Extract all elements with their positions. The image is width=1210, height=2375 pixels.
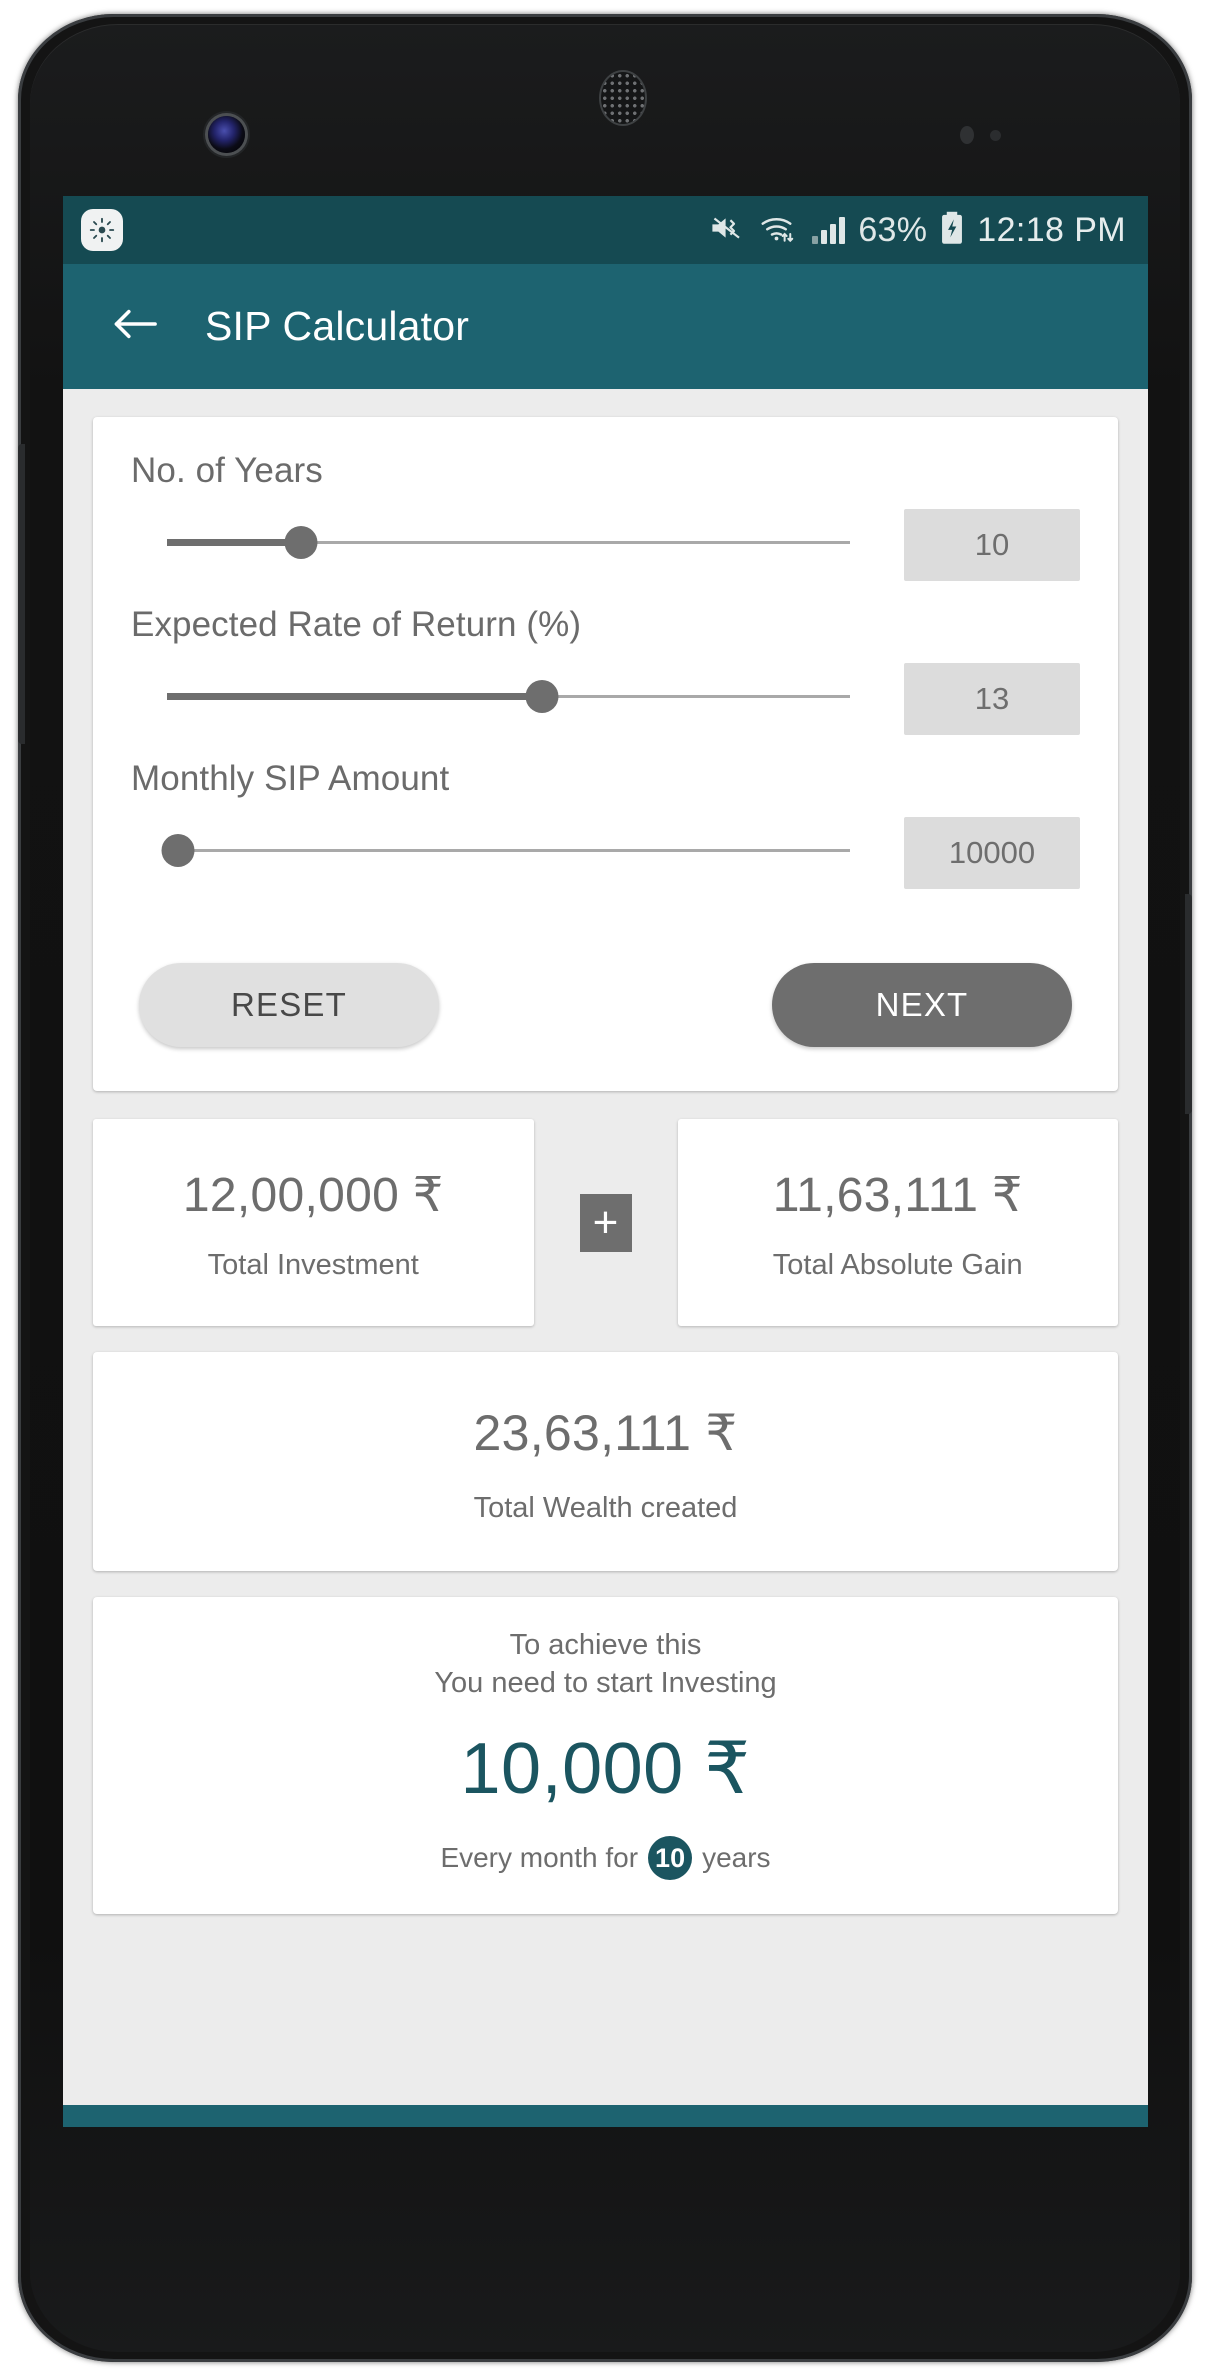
action-button-row: RESET NEXT <box>131 963 1080 1047</box>
field-label-amount: Monthly SIP Amount <box>131 759 450 798</box>
power-button[interactable] <box>1185 894 1192 1114</box>
inputs-card: No. of Years 10 Expected Rate of Return … <box>93 417 1118 1091</box>
slider-thumb[interactable] <box>284 526 318 559</box>
slider-row-rate: 13 <box>131 651 1080 759</box>
achieve-line-1: To achieve this <box>509 1629 702 1661</box>
navigation-bar <box>63 2105 1148 2127</box>
monthly-investment-amount: 10,000 ₹ <box>460 1729 751 1810</box>
wifi-transfer-icon <box>759 213 799 248</box>
status-bar-right: 63% 12:18 PM <box>710 211 1126 250</box>
volume-mute-icon <box>710 213 746 248</box>
slider-row-amount: 10000 <box>131 805 1080 913</box>
slider-rate[interactable] <box>167 651 874 739</box>
reset-button[interactable]: RESET <box>139 963 439 1047</box>
value-input-rate[interactable]: 13 <box>904 663 1080 735</box>
front-camera-icon <box>208 116 245 153</box>
screenshot-root: 63% 12:18 PM SIP Calculator No. of Years… <box>0 0 1210 2375</box>
battery-percent-label: 63% <box>858 210 928 249</box>
slider-amount[interactable] <box>161 805 874 893</box>
proximity-sensor-icon <box>960 126 974 144</box>
operator-gap: + <box>534 1119 678 1326</box>
slider-track-fill <box>167 693 542 700</box>
value-input-amount[interactable]: 10000 <box>904 817 1080 889</box>
battery-charging-icon <box>940 211 964 250</box>
app-bar: SIP Calculator <box>63 264 1148 389</box>
total-gain-caption: Total Absolute Gain <box>772 1249 1023 1281</box>
achieve-foot-prefix: Every month for <box>440 1842 639 1874</box>
phone-screen: 63% 12:18 PM SIP Calculator No. of Years… <box>63 196 1148 2127</box>
slider-thumb[interactable] <box>525 680 559 713</box>
slider-row-years: 10 <box>131 497 1080 605</box>
field-rate: Expected Rate of Return (%) 13 <box>131 605 1080 759</box>
field-label-years: No. of Years <box>131 451 323 490</box>
slider-track-fill <box>167 539 302 546</box>
total-investment-card: 12,00,000 ₹ Total Investment <box>93 1119 534 1326</box>
field-label-rate: Expected Rate of Return (%) <box>131 605 582 644</box>
total-gain-amount: 11,63,111 ₹ <box>772 1169 1023 1222</box>
total-wealth-caption: Total Wealth created <box>473 1492 738 1524</box>
years-badge: 10 <box>648 1836 693 1881</box>
status-bar: 63% 12:18 PM <box>63 196 1148 264</box>
field-years: No. of Years 10 <box>131 451 1080 605</box>
achieve-card: To achieve this You need to start Invest… <box>93 1597 1118 1915</box>
achieve-foot-suffix: years <box>702 1842 771 1874</box>
next-button[interactable]: NEXT <box>772 963 1072 1047</box>
brightness-sun-icon[interactable] <box>81 209 123 251</box>
total-wealth-card: 23,63,111 ₹ Total Wealth created <box>93 1352 1118 1571</box>
slider-thumb[interactable] <box>161 834 195 867</box>
signal-bars-icon <box>812 216 846 244</box>
slider-years[interactable] <box>167 497 874 585</box>
page-title: SIP Calculator <box>205 303 470 349</box>
total-gain-card: 11,63,111 ₹ Total Absolute Gain <box>677 1119 1118 1326</box>
total-investment-caption: Total Investment <box>207 1249 419 1281</box>
clock-label: 12:18 PM <box>977 210 1126 249</box>
achieve-line-2: You need to start Investing <box>434 1666 777 1699</box>
value-input-years[interactable]: 10 <box>904 509 1080 581</box>
results-row: 12,00,000 ₹ Total Investment + 11,63,111… <box>93 1119 1118 1326</box>
plus-icon: + <box>579 1193 632 1252</box>
earpiece-speaker-icon <box>601 72 645 124</box>
back-arrow-icon[interactable] <box>111 307 159 346</box>
volume-button[interactable] <box>18 444 25 744</box>
achieve-footer: Every month for 10 years <box>103 1836 1108 1881</box>
light-sensor-icon <box>990 130 1001 141</box>
status-bar-left <box>81 209 123 251</box>
total-wealth-amount: 23,63,111 ₹ <box>473 1405 738 1461</box>
field-amount: Monthly SIP Amount 10000 <box>131 759 1080 913</box>
slider-track <box>167 849 850 852</box>
main-content: No. of Years 10 Expected Rate of Return … <box>63 417 1148 1915</box>
total-investment-amount: 12,00,000 ₹ <box>182 1169 444 1222</box>
